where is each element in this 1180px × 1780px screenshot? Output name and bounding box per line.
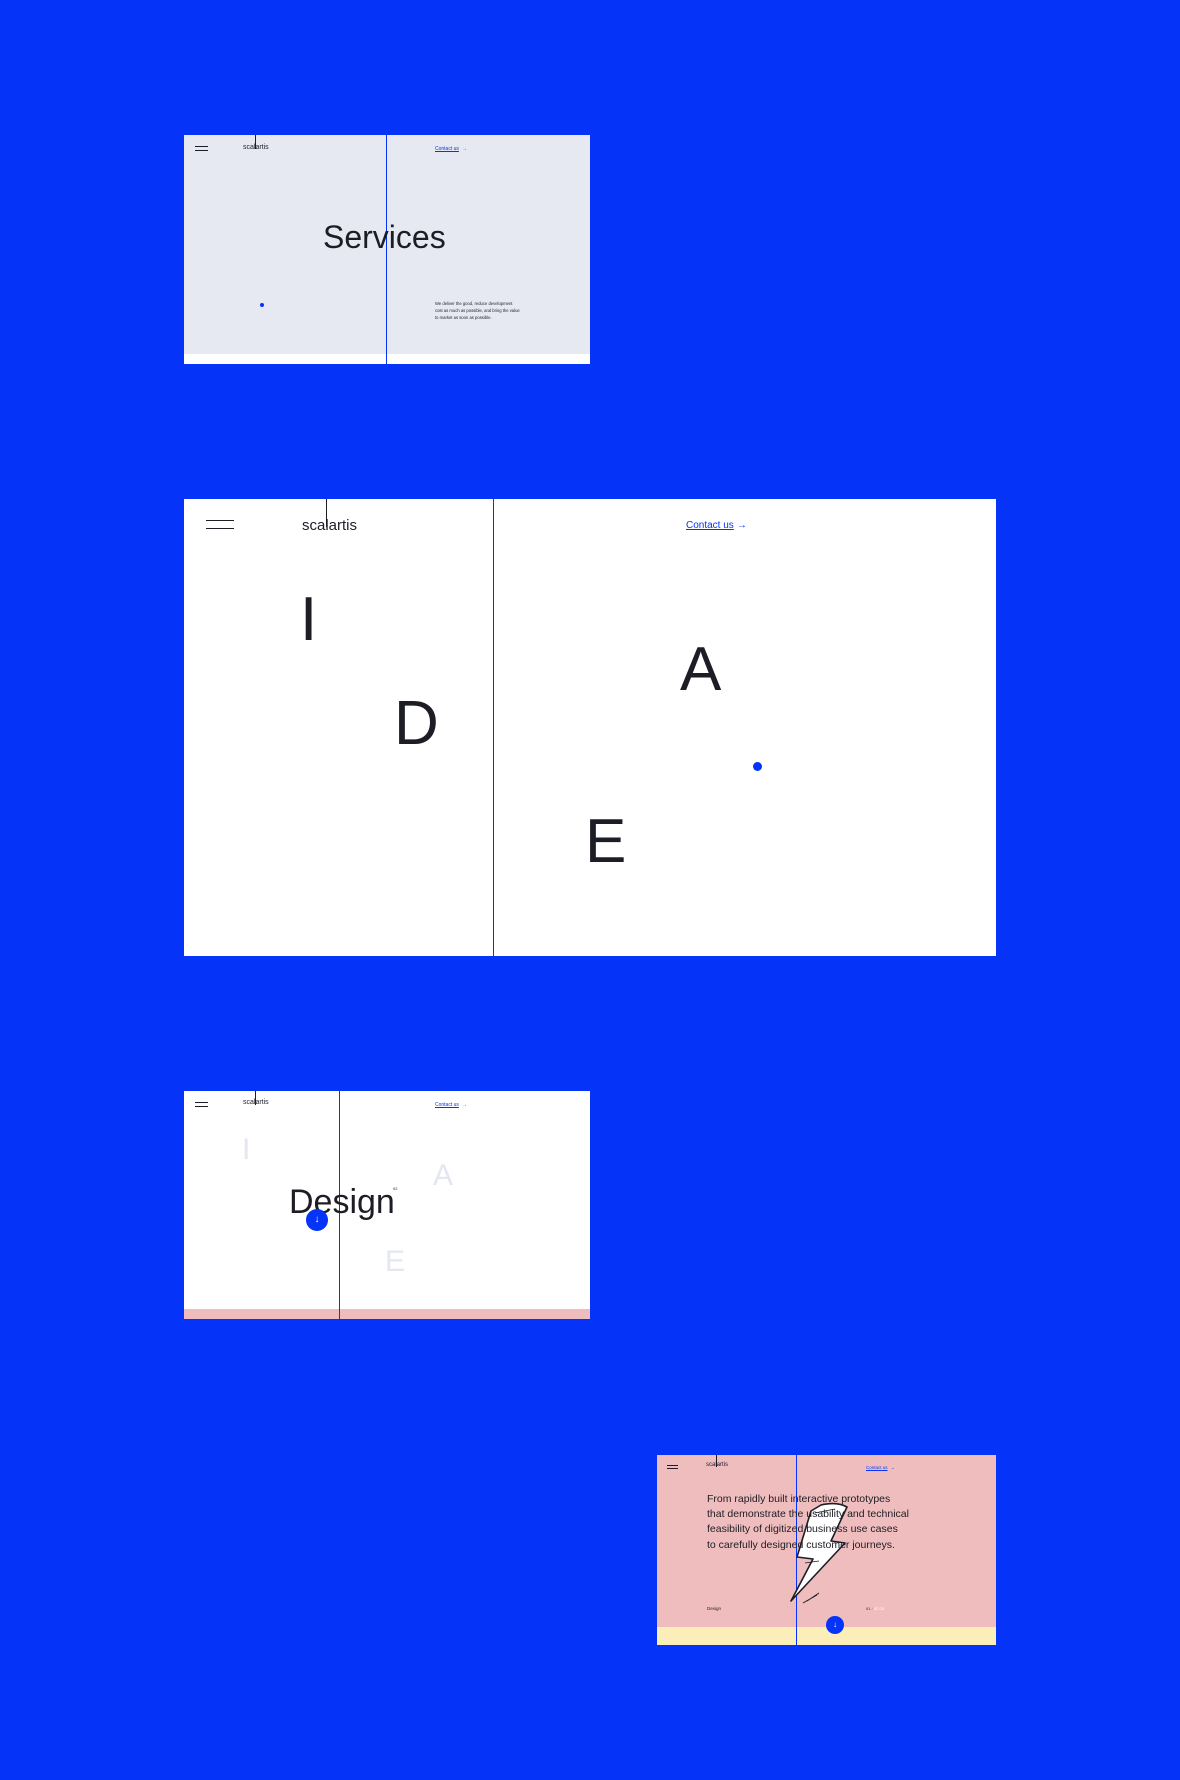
contact-us-link[interactable]: Contact us → — [686, 520, 747, 531]
indicator-dot — [753, 762, 762, 771]
description-line: We deliver the good, reduce development — [435, 301, 513, 306]
idea-frame: scalartis Contact us → I D A E — [184, 499, 996, 956]
page-separator: / — [871, 1606, 873, 1611]
bottom-strip — [184, 354, 590, 364]
services-frame: scalartis Contact us → Services We delive… — [184, 135, 590, 364]
page-title: Design — [289, 1183, 395, 1221]
hamburger-menu-icon[interactable] — [195, 1102, 208, 1107]
ghost-letter-i: I — [242, 1133, 251, 1166]
page-title: Services — [323, 219, 446, 255]
arrow-right-icon: → — [461, 146, 467, 152]
logo[interactable]: scalartis — [706, 1462, 728, 1468]
vertical-guide-line — [493, 499, 494, 956]
design-frame: scalartis Contact us → I A E Design 02 ↓ — [184, 1091, 590, 1319]
hamburger-menu-icon[interactable] — [195, 146, 208, 151]
logo[interactable]: scalartis — [243, 144, 269, 151]
logo[interactable]: scalartis — [302, 517, 357, 534]
page-number[interactable]: 03 — [879, 1606, 883, 1611]
design-body-text: From rapidly built interactive prototype… — [707, 1492, 909, 1553]
hamburger-menu-icon[interactable] — [667, 1465, 678, 1469]
logo[interactable]: scalartis — [243, 1099, 269, 1106]
page-number[interactable]: 02 — [874, 1606, 878, 1611]
design-detail-frame: scalartis Contact us → From rapidly built… — [657, 1455, 996, 1645]
scroll-down-button[interactable]: ↓ — [826, 1616, 844, 1634]
description-line: to market as soon as possible. — [435, 315, 492, 320]
page-number-active[interactable]: 01 — [866, 1606, 870, 1611]
contact-us-link[interactable]: Contact us → — [435, 1102, 467, 1108]
body-line: feasibility of digitized business use ca… — [707, 1523, 898, 1536]
body-line: From rapidly built interactive prototype… — [707, 1493, 891, 1505]
body-line: that demonstrate the usability and techn… — [707, 1508, 909, 1521]
bottom-strip — [184, 1309, 590, 1319]
ghost-letter-a: A — [433, 1159, 454, 1192]
contact-us-label: Contact us — [866, 1465, 888, 1470]
section-number: 02 — [393, 1186, 398, 1191]
description-line: cost as much as possible, and bring the … — [435, 308, 520, 313]
indicator-dot — [260, 303, 264, 307]
letter-i: I — [300, 585, 318, 654]
scroll-down-button[interactable]: ↓ — [306, 1209, 328, 1231]
arrow-right-icon: → — [890, 1465, 896, 1470]
letter-a: A — [680, 635, 722, 704]
contact-us-link[interactable]: Contact us → — [435, 146, 467, 152]
body-line: to carefully designed customer journeys. — [707, 1538, 895, 1551]
hamburger-menu-icon[interactable] — [206, 520, 234, 529]
arrow-right-icon: → — [461, 1102, 467, 1108]
pagination: 01 / 02 03 — [866, 1606, 884, 1611]
contact-us-label: Contact us — [435, 1102, 459, 1108]
contact-us-label: Contact us — [686, 520, 734, 531]
arrow-down-icon: ↓ — [314, 1214, 320, 1225]
letter-d: D — [394, 689, 439, 758]
service-description: We deliver the good, reduce development … — [435, 300, 520, 321]
contact-us-link[interactable]: Contact us → — [866, 1465, 895, 1470]
arrow-down-icon: ↓ — [833, 1620, 837, 1629]
letter-e: E — [585, 807, 627, 876]
footer-label: Design — [707, 1606, 722, 1611]
arrow-right-icon: → — [736, 520, 747, 531]
ghost-letter-e: E — [385, 1245, 406, 1278]
contact-us-label: Contact us — [435, 146, 459, 152]
